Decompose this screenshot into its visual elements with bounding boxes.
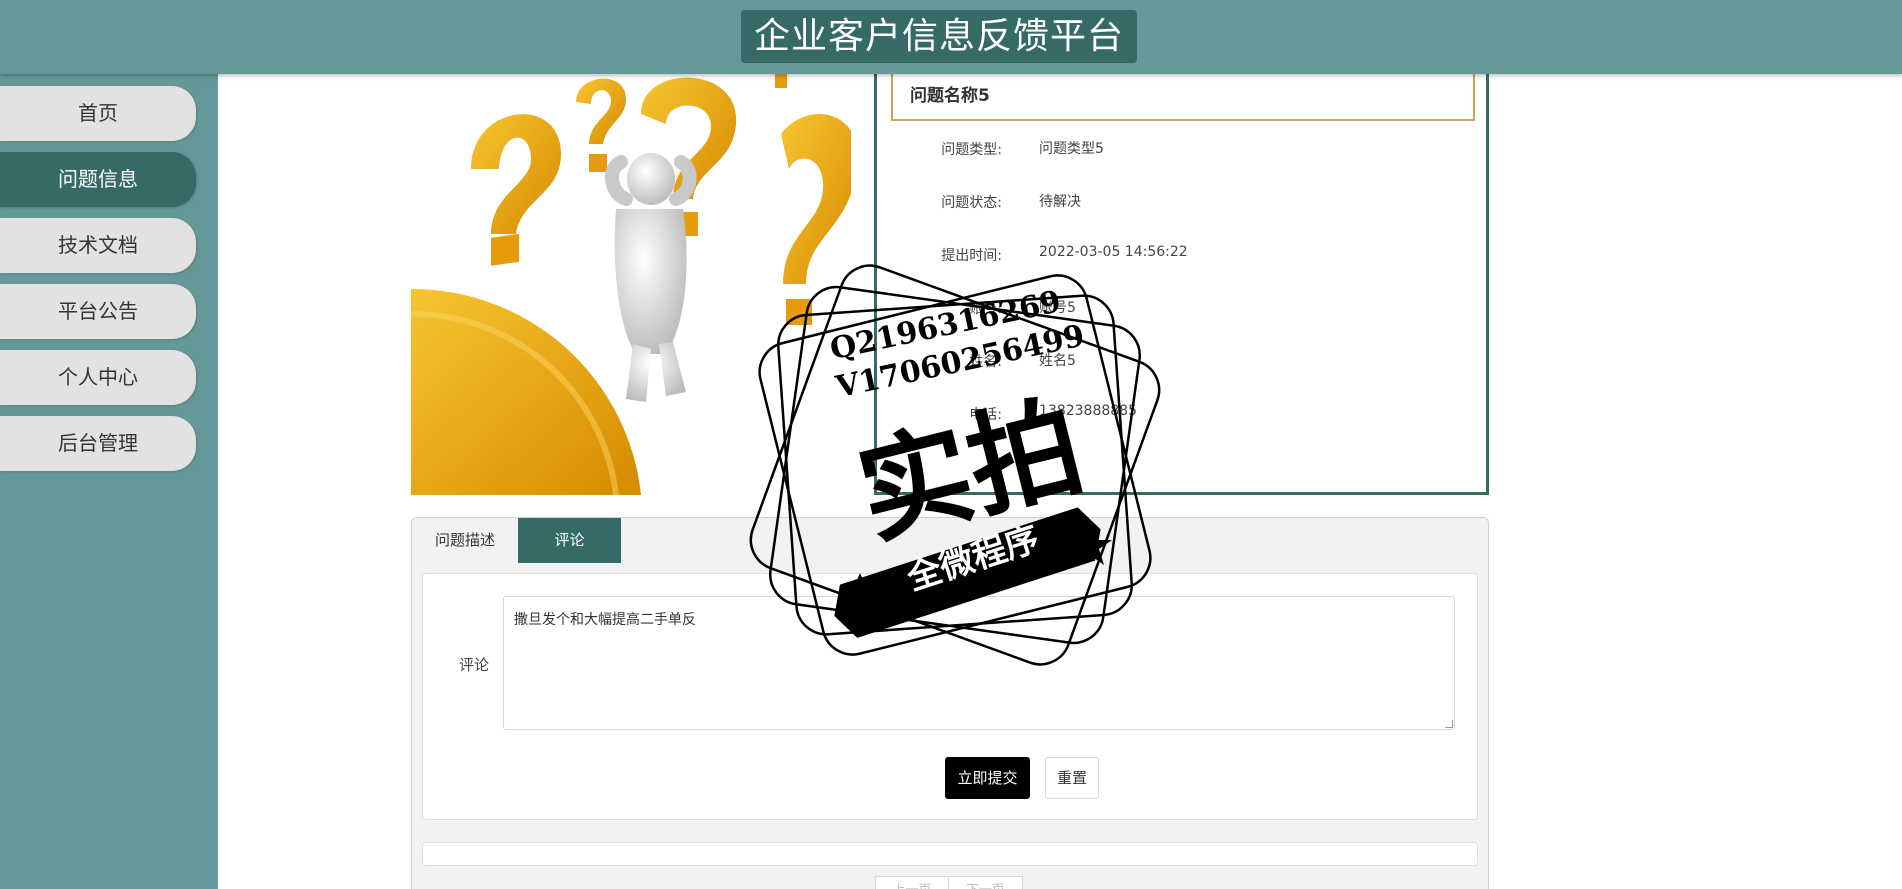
sidebar-item-tech-docs[interactable]: 技术文档 [0, 218, 196, 273]
sidebar-item-home[interactable]: 首页 [0, 86, 196, 141]
issue-detail-panel: 问题名称5 问题类型: 问题类型5 问题状态: 待解决 提出时间: 2022-0… [874, 74, 1489, 495]
page-title: 企业客户信息反馈平台 [741, 10, 1137, 63]
issue-name: 问题名称5 [891, 74, 1475, 121]
issue-type-label: 问题类型: [941, 142, 1002, 158]
issue-status-label: 问题状态: [941, 195, 1002, 211]
submit-time-value: 2022-03-05 14:56:22 [1039, 244, 1188, 260]
issue-type-value: 问题类型5 [1039, 141, 1104, 157]
account-value: 账号5 [1039, 300, 1076, 316]
submit-button[interactable]: 立即提交 [945, 757, 1030, 799]
phone-value: 13823888885 [1039, 403, 1137, 419]
top-header: 企业客户信息反馈平台 [0, 0, 1902, 74]
issue-image [411, 74, 851, 495]
tab-bar: 问题描述 评论 [412, 518, 1488, 563]
tabs-card: 问题描述 评论 评论 立即提交 重置 上一页 下一页 [411, 517, 1489, 889]
next-page-button[interactable]: 下一页 [949, 876, 1023, 889]
comment-label: 评论 [459, 656, 490, 674]
name-label: 姓名: [969, 354, 1002, 370]
sidebar-item-admin[interactable]: 后台管理 [0, 416, 196, 471]
reset-button[interactable]: 重置 [1045, 757, 1099, 799]
comment-textarea[interactable] [503, 596, 1455, 730]
tab-comments[interactable]: 评论 [518, 518, 621, 563]
pagination: 上一页 下一页 [875, 876, 1023, 889]
resize-grip-icon[interactable] [1445, 720, 1453, 728]
name-value: 姓名5 [1039, 353, 1076, 369]
comment-list [422, 842, 1478, 866]
sidebar-item-profile[interactable]: 个人中心 [0, 350, 196, 405]
comment-form: 评论 立即提交 重置 [422, 573, 1478, 820]
submit-time-label: 提出时间: [941, 248, 1002, 264]
account-label: 账号: [969, 301, 1002, 317]
tab-description[interactable]: 问题描述 [412, 518, 518, 563]
phone-label: 电话: [969, 407, 1002, 423]
sidebar-item-issues[interactable]: 问题信息 [0, 152, 196, 207]
question-marks-illustration [411, 74, 851, 495]
prev-page-button[interactable]: 上一页 [875, 876, 949, 889]
sidebar-item-announcements[interactable]: 平台公告 [0, 284, 196, 339]
issue-status-value: 待解决 [1039, 194, 1081, 210]
sidebar-nav: 首页 问题信息 技术文档 平台公告 个人中心 后台管理 [0, 74, 218, 889]
